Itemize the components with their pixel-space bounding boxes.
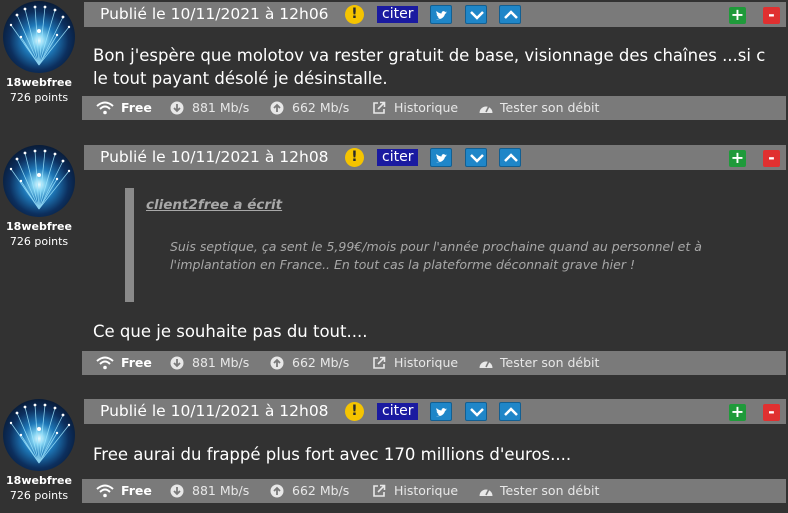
- speedometer-icon: [479, 360, 493, 368]
- upload-speed-value: 662 Mb/s: [292, 100, 350, 115]
- chevron-down-icon: [470, 408, 484, 417]
- twitter-share-button[interactable]: [430, 148, 452, 167]
- avatar[interactable]: [3, 399, 75, 471]
- twitter-icon: [436, 11, 447, 20]
- wifi-icon: [96, 484, 114, 498]
- twitter-share-button[interactable]: [430, 5, 452, 24]
- download-icon: [170, 356, 184, 370]
- post-footer: Free 881 Mb/s 662 Mb/s Historique Tester…: [82, 351, 786, 375]
- author-name[interactable]: 18webfree: [0, 220, 78, 233]
- post-date: Publié le 10/11/2021 à 12h08: [100, 402, 329, 420]
- post-header: Publié le 10/11/2021 à 12h08 ! citer + -: [84, 145, 786, 170]
- author-name[interactable]: 18webfree: [0, 474, 78, 487]
- upload-icon: [270, 101, 284, 115]
- author-points: 726 points: [9, 235, 69, 248]
- report-icon[interactable]: !: [345, 5, 364, 24]
- scroll-down-button[interactable]: [465, 5, 487, 24]
- post-date: Publié le 10/11/2021 à 12h06: [100, 5, 329, 23]
- downvote-button[interactable]: -: [763, 404, 780, 421]
- chevron-down-icon: [470, 154, 484, 163]
- twitter-icon: [436, 408, 447, 417]
- speed-test-label[interactable]: Tester son débit: [500, 351, 599, 375]
- upvote-button[interactable]: +: [729, 404, 746, 421]
- cite-button[interactable]: citer: [377, 403, 419, 420]
- post-body: Free aurai du frappé plus fort avec 170 …: [93, 445, 572, 464]
- chevron-up-icon: [504, 10, 518, 19]
- post-body: Bon j'espère que molotov va rester gratu…: [93, 46, 766, 88]
- quote-author[interactable]: client2free a écrit: [146, 197, 282, 213]
- isp-name: Free: [121, 100, 152, 115]
- fiber-optic-image: [9, 149, 71, 210]
- author-points: 726 points: [9, 489, 69, 502]
- post-date: Publié le 10/11/2021 à 12h08: [100, 148, 329, 166]
- scroll-up-button[interactable]: [499, 148, 521, 167]
- cite-button[interactable]: citer: [377, 149, 419, 166]
- upload-speed-value: 662 Mb/s: [292, 355, 350, 370]
- scroll-up-button[interactable]: [499, 5, 521, 24]
- upvote-button[interactable]: +: [729, 7, 746, 24]
- downvote-button[interactable]: -: [763, 150, 780, 167]
- download-speed-value: 881 Mb/s: [192, 483, 250, 498]
- author-points: 726 points: [9, 91, 69, 104]
- chevron-up-icon: [504, 153, 518, 162]
- wifi-icon: [96, 356, 114, 370]
- avatar[interactable]: [3, 145, 75, 217]
- chevron-down-icon: [470, 11, 484, 20]
- post-header: Publié le 10/11/2021 à 12h06 ! citer + -: [84, 2, 786, 27]
- scroll-up-button[interactable]: [499, 402, 521, 421]
- history-label[interactable]: Historique: [394, 479, 458, 503]
- external-link-icon: [373, 484, 386, 497]
- post-body: Ce que je souhaite pas du tout....: [93, 322, 368, 341]
- post-header: Publié le 10/11/2021 à 12h08 ! citer + -: [84, 399, 786, 424]
- external-link-icon: [373, 356, 386, 369]
- quote-bar: [125, 188, 134, 302]
- wifi-icon: [96, 101, 114, 115]
- download-speed-value: 881 Mb/s: [192, 355, 250, 370]
- report-icon[interactable]: !: [345, 148, 364, 167]
- upload-icon: [270, 356, 284, 370]
- speed-test-label[interactable]: Tester son débit: [500, 479, 599, 503]
- speedometer-icon: [479, 105, 493, 113]
- fiber-optic-image: [9, 5, 71, 66]
- speed-test-label[interactable]: Tester son débit: [500, 96, 599, 120]
- report-icon[interactable]: !: [345, 402, 364, 421]
- download-icon: [170, 484, 184, 498]
- author-name[interactable]: 18webfree: [0, 76, 78, 89]
- isp-name: Free: [121, 483, 152, 498]
- upvote-button[interactable]: +: [729, 150, 746, 167]
- scroll-down-button[interactable]: [465, 402, 487, 421]
- history-label[interactable]: Historique: [394, 96, 458, 120]
- twitter-icon: [436, 154, 447, 163]
- upload-speed-value: 662 Mb/s: [292, 483, 350, 498]
- cite-button[interactable]: citer: [377, 6, 419, 23]
- post-footer: Free 881 Mb/s 662 Mb/s Historique Tester…: [82, 96, 786, 120]
- post-footer: Free 881 Mb/s 662 Mb/s Historique Tester…: [82, 479, 786, 503]
- chevron-up-icon: [504, 407, 518, 416]
- twitter-share-button[interactable]: [430, 402, 452, 421]
- quote-text: Suis septique, ça sent le 5,99€/mois pou…: [170, 239, 702, 272]
- downvote-button[interactable]: -: [763, 7, 780, 24]
- history-label[interactable]: Historique: [394, 351, 458, 375]
- fiber-optic-image: [9, 403, 71, 464]
- avatar[interactable]: [3, 1, 75, 73]
- speedometer-icon: [479, 488, 493, 496]
- upload-icon: [270, 484, 284, 498]
- download-speed-value: 881 Mb/s: [192, 100, 250, 115]
- external-link-icon: [373, 101, 386, 114]
- scroll-down-button[interactable]: [465, 148, 487, 167]
- download-icon: [170, 101, 184, 115]
- isp-name: Free: [121, 355, 152, 370]
